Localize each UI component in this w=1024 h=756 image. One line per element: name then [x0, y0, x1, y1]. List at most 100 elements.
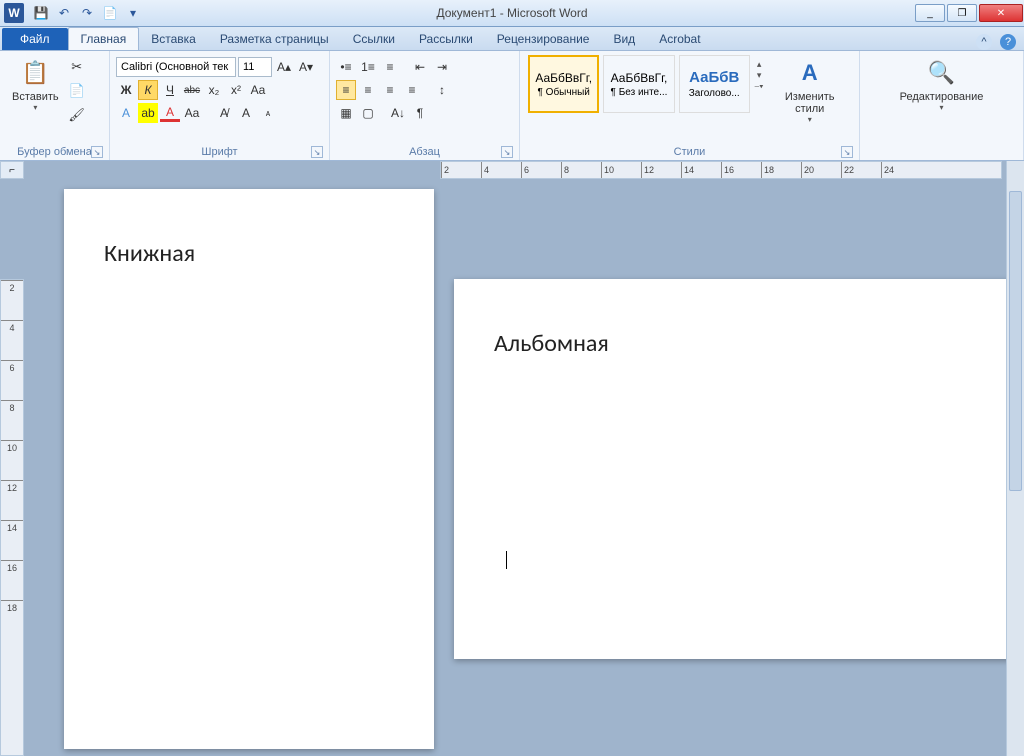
- tab-review[interactable]: Рецензирование: [485, 28, 602, 50]
- style-heading1-name: Заголово...: [689, 88, 740, 99]
- styles-dialog-launcher[interactable]: ↘: [841, 146, 853, 158]
- page-canvas[interactable]: Книжная Альбомная: [24, 179, 1006, 756]
- word-app-icon: W: [4, 3, 24, 23]
- tab-mailings[interactable]: Рассылки: [407, 28, 485, 50]
- align-right-button[interactable]: ≡: [380, 80, 400, 100]
- page2-text: Альбомная: [494, 329, 609, 358]
- change-case-button[interactable]: Aa: [182, 103, 202, 123]
- shrink-font-button[interactable]: A▾: [296, 57, 316, 77]
- horizontal-ruler[interactable]: 24 68 1012 1416 1820 2224: [440, 161, 1002, 179]
- style-no-spacing-sample: АаБбВвГг,: [611, 71, 668, 85]
- show-marks-button[interactable]: ¶: [410, 103, 430, 123]
- justify-button[interactable]: ≡: [402, 80, 422, 100]
- quick-access-toolbar: 💾 ↶ ↷ 📄 ▾: [32, 4, 142, 22]
- editing-button[interactable]: 🔍 Редактирование ▾: [894, 53, 990, 116]
- highlight-button[interactable]: ab: [138, 103, 158, 123]
- help-icon[interactable]: ?: [1000, 34, 1016, 50]
- tab-home[interactable]: Главная: [68, 27, 140, 50]
- ruler-corner[interactable]: ⌐: [0, 161, 24, 179]
- tab-view[interactable]: Вид: [601, 28, 647, 50]
- styles-more-icon[interactable]: ⎯▾: [752, 81, 767, 92]
- vertical-scrollbar[interactable]: [1006, 161, 1024, 756]
- page1-text: Книжная: [104, 239, 195, 268]
- change-styles-icon: A: [794, 57, 826, 89]
- group-clipboard: 📋 Вставить ▾ ✂ 📄 🖌 Буфер обмена ↘: [0, 51, 110, 160]
- char-shrink-button[interactable]: ᴀ: [258, 103, 278, 123]
- styles-row-up-icon[interactable]: ▴: [752, 59, 767, 70]
- dedent-button[interactable]: ⇤: [410, 57, 430, 77]
- tab-insert[interactable]: Вставка: [139, 28, 208, 50]
- scrollbar-thumb[interactable]: [1009, 191, 1022, 491]
- save-icon[interactable]: 💾: [32, 4, 50, 22]
- paste-icon: 📋: [19, 57, 51, 89]
- tab-references[interactable]: Ссылки: [341, 28, 407, 50]
- align-left-button[interactable]: ≡: [336, 80, 356, 100]
- font-dialog-launcher[interactable]: ↘: [311, 146, 323, 158]
- char-grow-button[interactable]: A: [236, 103, 256, 123]
- italic-button[interactable]: К: [138, 80, 158, 100]
- vertical-ruler[interactable]: 24 68 1012 1416 18: [0, 279, 24, 756]
- paragraph-dialog-launcher[interactable]: ↘: [501, 146, 513, 158]
- style-no-spacing[interactable]: АаБбВвГг, ¶ Без инте...: [603, 55, 674, 113]
- group-styles: АаБбВвГг, ¶ Обычный АаБбВвГг, ¶ Без инте…: [520, 51, 860, 160]
- tab-page-layout[interactable]: Разметка страницы: [208, 28, 341, 50]
- paste-label: Вставить: [12, 91, 59, 103]
- window-title: Документ1 - Microsoft Word: [436, 6, 587, 20]
- font-name-input[interactable]: [116, 57, 236, 77]
- strike-button[interactable]: abc: [182, 80, 202, 100]
- align-center-button[interactable]: ≡: [358, 80, 378, 100]
- change-styles-button[interactable]: A Изменить стили ▾: [766, 53, 853, 128]
- sort-button[interactable]: A↓: [388, 103, 408, 123]
- indent-button[interactable]: ⇥: [432, 57, 452, 77]
- editing-label: Редактирование: [900, 91, 984, 103]
- page-portrait[interactable]: Книжная: [64, 189, 434, 749]
- redo-icon[interactable]: ↷: [78, 4, 96, 22]
- group-clipboard-label: Буфер обмена ↘: [6, 144, 103, 160]
- minimize-ribbon-icon[interactable]: ^: [976, 34, 992, 50]
- style-heading1[interactable]: АаБбВ Заголово...: [679, 55, 750, 113]
- multilevel-button[interactable]: ≡: [380, 57, 400, 77]
- bullets-button[interactable]: •≡: [336, 57, 356, 77]
- group-paragraph: •≡ 1≡ ≡ ⇤ ⇥ ≡ ≡ ≡ ≡ ↕ ▦ ▢ A↓ ¶: [330, 51, 520, 160]
- style-no-spacing-name: ¶ Без инте...: [611, 87, 668, 98]
- text-effects-button[interactable]: Aa: [248, 80, 268, 100]
- page-landscape[interactable]: Альбомная: [454, 279, 1006, 659]
- maximize-button[interactable]: ❐: [947, 4, 977, 22]
- title-bar: W 💾 ↶ ↷ 📄 ▾ Документ1 - Microsoft Word _…: [0, 0, 1024, 27]
- minimize-button[interactable]: _: [915, 4, 945, 22]
- line-spacing-button[interactable]: ↕: [432, 80, 452, 100]
- clipboard-dialog-launcher[interactable]: ↘: [91, 146, 103, 158]
- numbering-button[interactable]: 1≡: [358, 57, 378, 77]
- find-icon: 🔍: [925, 57, 957, 89]
- close-button[interactable]: ✕: [979, 4, 1023, 22]
- tab-acrobat[interactable]: Acrobat: [647, 28, 712, 50]
- shading-button[interactable]: ▦: [336, 103, 356, 123]
- bold-button[interactable]: Ж: [116, 80, 136, 100]
- style-normal[interactable]: АаБбВвГг, ¶ Обычный: [528, 55, 599, 113]
- group-paragraph-label: Абзац ↘: [336, 144, 513, 160]
- superscript-button[interactable]: x²: [226, 80, 246, 100]
- subscript-button[interactable]: x₂: [204, 80, 224, 100]
- font-size-input[interactable]: [238, 57, 272, 77]
- copy-button[interactable]: 📄: [67, 81, 87, 101]
- file-tab[interactable]: Файл: [2, 28, 68, 50]
- styles-row-down-icon[interactable]: ▾: [752, 70, 767, 81]
- help-area: ^ ?: [976, 34, 1024, 50]
- undo-icon[interactable]: ↶: [55, 4, 73, 22]
- document-area: ⌐ 24 68 1012 1416 1820 2224 24 68 1012 1…: [0, 161, 1024, 756]
- format-painter-button[interactable]: 🖌: [67, 105, 87, 125]
- text-cursor: [504, 551, 507, 569]
- font-color2-button[interactable]: A: [116, 103, 136, 123]
- cut-button[interactable]: ✂: [67, 57, 87, 77]
- grow-font-button[interactable]: A▴: [274, 57, 294, 77]
- group-styles-label: Стили ↘: [526, 144, 853, 160]
- paste-button[interactable]: 📋 Вставить ▾: [6, 53, 65, 116]
- ribbon-tabs: Файл Главная Вставка Разметка страницы С…: [0, 27, 1024, 51]
- change-styles-label: Изменить стили: [772, 91, 847, 115]
- underline-button[interactable]: Ч: [160, 80, 180, 100]
- qat-more-icon[interactable]: ▾: [124, 4, 142, 22]
- font-color-button[interactable]: A: [160, 105, 180, 122]
- borders-button[interactable]: ▢: [358, 103, 378, 123]
- new-doc-icon[interactable]: 📄: [101, 4, 119, 22]
- clear-format-button[interactable]: A̸: [214, 103, 234, 123]
